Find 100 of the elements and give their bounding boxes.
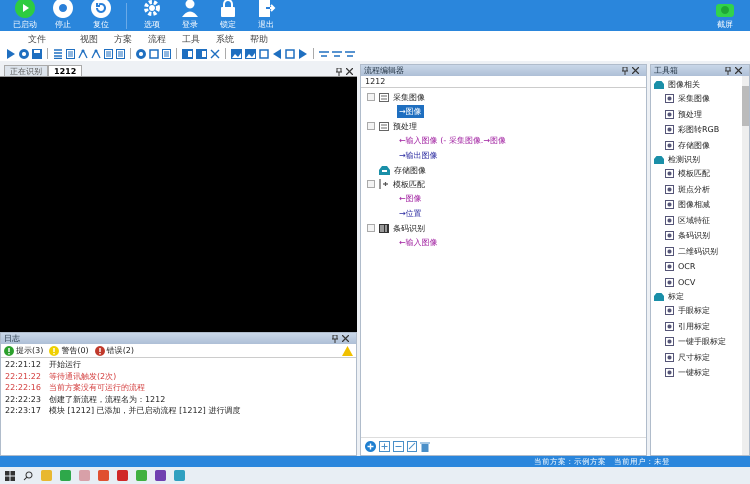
scrollbar[interactable] xyxy=(742,76,749,455)
toolbar-button[interactable]: 锁定 xyxy=(209,0,247,31)
record-icon[interactable] xyxy=(136,48,146,58)
tool-icon xyxy=(665,200,674,210)
square-icon[interactable] xyxy=(259,48,269,58)
pin-icon[interactable] xyxy=(336,68,342,76)
port-item[interactable]: ←图像 xyxy=(397,192,424,205)
pin-icon[interactable] xyxy=(622,66,628,74)
back-icon[interactable] xyxy=(272,48,282,58)
record-icon[interactable] xyxy=(19,48,29,58)
play-icon[interactable] xyxy=(298,48,308,58)
tree-icon[interactable] xyxy=(78,48,88,58)
panel-icon[interactable] xyxy=(182,48,193,58)
toolbar-button[interactable]: 复位 xyxy=(82,0,120,31)
app-icon[interactable] xyxy=(155,470,166,481)
toolbar-button[interactable]: 选项 xyxy=(133,0,171,31)
port-item[interactable]: ←输入图像 xyxy=(397,236,440,249)
align-icon[interactable] xyxy=(332,48,342,58)
toolbar-button[interactable]: 退出 xyxy=(247,0,285,31)
tab[interactable]: 1212 xyxy=(48,65,82,76)
port-item[interactable]: →图像 xyxy=(397,105,424,118)
tool-icon xyxy=(665,368,674,378)
tab[interactable]: 正在识别 xyxy=(4,65,48,76)
filter-label: 提示(3) xyxy=(16,345,44,356)
menu-item[interactable]: 帮助 xyxy=(250,33,268,44)
align-icon[interactable] xyxy=(345,48,355,58)
list-icon[interactable] xyxy=(53,48,63,58)
port-item[interactable]: ←输入图像 (- 采集图像.→图像 xyxy=(397,134,508,147)
port-item[interactable]: →输出图像 xyxy=(397,149,440,162)
tool-item[interactable]: 采集图像 xyxy=(651,91,742,106)
filter-toggle[interactable]: 警告(0) xyxy=(49,345,89,356)
menu-item[interactable]: 文件 xyxy=(28,33,46,44)
document-icon[interactable] xyxy=(66,48,75,58)
image-icon[interactable] xyxy=(245,48,256,58)
menu-item[interactable]: 流程 xyxy=(148,33,166,44)
expand-icon[interactable] xyxy=(379,441,390,452)
square-icon[interactable] xyxy=(149,48,159,58)
close-icon[interactable] xyxy=(346,68,353,75)
square-icon[interactable] xyxy=(285,48,295,58)
tool-item[interactable]: OCR xyxy=(651,259,742,274)
filter-toggle[interactable]: 错误(2) xyxy=(94,345,134,356)
tool-item[interactable]: 尺寸标定 xyxy=(651,350,742,365)
toolbar-button[interactable]: 已启动 xyxy=(6,0,44,31)
tree-node[interactable]: 条码识别 xyxy=(393,222,425,234)
tool-item[interactable]: 条码识别 xyxy=(651,228,742,244)
menu-item[interactable]: 方案 xyxy=(114,33,132,44)
screenshot-button[interactable]: 截屏 xyxy=(706,0,744,31)
close-icon[interactable] xyxy=(342,334,349,342)
tool-group[interactable]: 图像相关 xyxy=(651,78,742,91)
toolbar-button[interactable]: 登录 xyxy=(171,0,209,31)
app-icon[interactable] xyxy=(117,470,128,481)
tool-item[interactable]: 预处理 xyxy=(651,106,742,122)
save-icon[interactable] xyxy=(32,48,42,58)
document-icon[interactable] xyxy=(162,48,171,58)
tool-item[interactable]: 一键标定 xyxy=(651,365,742,380)
tool-icon xyxy=(665,216,674,225)
scissors-icon[interactable] xyxy=(210,48,220,58)
trash-icon[interactable] xyxy=(420,441,430,452)
tool-item[interactable]: 区域特征 xyxy=(651,212,742,228)
port-item[interactable]: →位置 xyxy=(397,207,424,220)
tool-item[interactable]: 图像相减 xyxy=(651,197,742,212)
windows-icon[interactable] xyxy=(5,470,15,480)
tool-item[interactable]: 手眼标定 xyxy=(651,303,742,318)
document-icon[interactable] xyxy=(104,48,113,58)
document-icon[interactable] xyxy=(116,48,125,58)
pin-icon[interactable] xyxy=(725,66,731,74)
barcode-icon xyxy=(379,224,389,232)
tool-item[interactable]: 引用标定 xyxy=(651,318,742,334)
tool-item[interactable]: 一键手眼标定 xyxy=(651,334,742,350)
image-icon[interactable] xyxy=(231,48,242,58)
tool-item[interactable]: 存储图像 xyxy=(651,138,742,153)
tray-icon xyxy=(654,292,664,300)
tool-item[interactable]: 斑点分析 xyxy=(651,182,742,197)
play-icon[interactable] xyxy=(6,48,16,58)
tool-item[interactable]: 模板匹配 xyxy=(651,166,742,182)
menu-item[interactable]: 视图 xyxy=(80,33,98,44)
pin-icon[interactable] xyxy=(332,334,338,342)
tree-node[interactable]: 模板匹配 xyxy=(393,178,425,190)
tool-group[interactable]: 检测识别 xyxy=(651,153,742,166)
tree-node[interactable]: 存储图像 xyxy=(394,164,426,176)
collapse-icon[interactable] xyxy=(393,441,404,452)
search-icon[interactable] xyxy=(23,470,33,480)
close-icon[interactable] xyxy=(735,66,742,74)
menu-item[interactable]: 系统 xyxy=(216,33,234,44)
tool-group[interactable]: 标定 xyxy=(651,290,742,303)
filter-label: 错误(2) xyxy=(106,345,134,356)
menu-item[interactable]: 工具 xyxy=(182,33,200,44)
align-icon[interactable] xyxy=(319,48,329,58)
filter-toggle[interactable]: 提示(3) xyxy=(4,345,44,356)
tool-item[interactable]: 彩图转RGB xyxy=(651,122,742,138)
tree-node[interactable]: 采集图像 xyxy=(393,92,425,102)
panel-icon[interactable] xyxy=(196,48,207,58)
toolbar-button[interactable]: 停止 xyxy=(44,0,82,31)
tool-item[interactable]: 二维码识别 xyxy=(651,244,742,259)
close-icon[interactable] xyxy=(632,66,639,74)
tree-icon[interactable] xyxy=(91,48,101,58)
add-icon[interactable] xyxy=(365,441,376,452)
edit-icon[interactable] xyxy=(407,441,417,452)
tool-item[interactable]: OCV xyxy=(651,274,742,290)
tree-node[interactable]: 预处理 xyxy=(393,120,417,132)
